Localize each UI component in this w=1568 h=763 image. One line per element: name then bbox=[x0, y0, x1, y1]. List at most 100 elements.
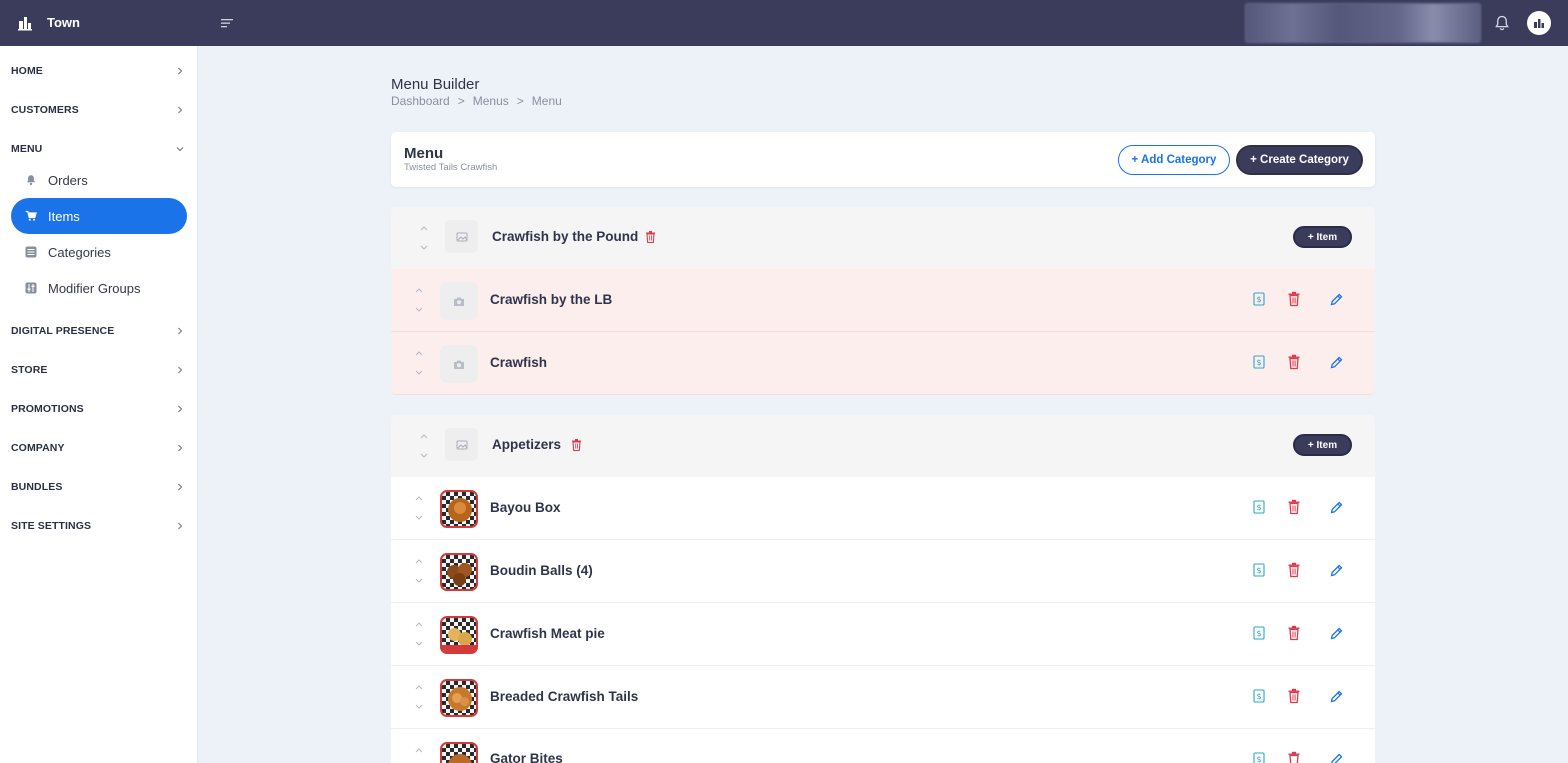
add-category-button[interactable]: + Add Category bbox=[1118, 145, 1230, 175]
image-icon bbox=[456, 232, 467, 241]
avatar[interactable] bbox=[1527, 11, 1551, 35]
sidebar-item-digital-presence[interactable]: DIGITAL PRESENCE bbox=[0, 316, 198, 346]
sidebar-item-orders[interactable]: Orders bbox=[11, 162, 187, 198]
sidebar-item-label: SITE SETTINGS bbox=[11, 520, 92, 532]
sidebar-item-label: Orders bbox=[48, 172, 88, 188]
item-photo[interactable] bbox=[440, 742, 478, 763]
item-photo[interactable] bbox=[440, 679, 478, 717]
svg-text:$: $ bbox=[1256, 295, 1261, 304]
image-icon bbox=[456, 440, 467, 449]
price-tag-icon[interactable]: $ bbox=[1252, 291, 1266, 307]
sidebar-item-modifier-groups[interactable]: Modifier Groups bbox=[11, 270, 187, 306]
create-category-button[interactable]: + Create Category bbox=[1236, 145, 1363, 175]
delete-category-icon[interactable] bbox=[571, 439, 582, 451]
svg-text:$: $ bbox=[1256, 566, 1261, 575]
camera-icon bbox=[454, 360, 464, 369]
chevron-right-icon bbox=[178, 327, 183, 335]
edit-pencil-icon[interactable] bbox=[1329, 562, 1343, 578]
trash-icon[interactable] bbox=[1287, 751, 1301, 763]
item-photo[interactable] bbox=[440, 553, 478, 591]
list-icon bbox=[25, 246, 37, 258]
blurred-account-area bbox=[1245, 3, 1481, 43]
sidebar-item-home[interactable]: HOME bbox=[0, 56, 198, 86]
trash-icon[interactable] bbox=[1287, 562, 1301, 578]
price-tag-icon[interactable]: $ bbox=[1252, 499, 1266, 515]
reorder-arrows-icon[interactable] bbox=[419, 431, 429, 461]
trash-icon[interactable] bbox=[1287, 625, 1301, 641]
edit-pencil-icon[interactable] bbox=[1329, 688, 1343, 704]
sidebar-item-company[interactable]: COMPANY bbox=[0, 433, 198, 463]
camera-icon bbox=[454, 297, 464, 306]
trash-icon[interactable] bbox=[1287, 291, 1301, 307]
list-item[interactable]: Gator Bites $ bbox=[391, 729, 1375, 763]
reorder-arrows-icon[interactable] bbox=[414, 619, 424, 649]
trash-icon[interactable] bbox=[1287, 499, 1301, 515]
price-tag-icon[interactable]: $ bbox=[1252, 562, 1266, 578]
sidebar-item-label: Categories bbox=[48, 244, 111, 260]
svg-text:$: $ bbox=[1256, 629, 1261, 638]
brand-name: Town bbox=[47, 14, 80, 30]
menu-card: Menu Twisted Tails Crawfish + Add Catego… bbox=[391, 132, 1375, 187]
reorder-arrows-icon[interactable] bbox=[414, 682, 424, 712]
sidebar-item-store[interactable]: STORE bbox=[0, 355, 198, 385]
edit-pencil-icon[interactable] bbox=[1329, 354, 1343, 370]
price-tag-icon[interactable]: $ bbox=[1252, 625, 1266, 641]
price-tag-icon[interactable]: $ bbox=[1252, 354, 1266, 370]
item-image-placeholder[interactable] bbox=[440, 282, 478, 320]
sliders-icon bbox=[25, 282, 37, 294]
trash-icon[interactable] bbox=[1287, 354, 1301, 370]
list-item[interactable]: Breaded Crawfish Tails $ bbox=[391, 666, 1375, 729]
reorder-arrows-icon[interactable] bbox=[414, 285, 424, 315]
category-image-placeholder[interactable] bbox=[445, 428, 478, 461]
breadcrumb-separator: > bbox=[516, 94, 524, 108]
category-title: Appetizers bbox=[492, 437, 562, 452]
list-item[interactable]: Crawfish $ bbox=[391, 332, 1375, 395]
reorder-arrows-icon[interactable] bbox=[414, 745, 424, 763]
reorder-arrows-icon[interactable] bbox=[414, 556, 424, 586]
reorder-arrows-icon[interactable] bbox=[414, 493, 424, 523]
menu-toggle-icon[interactable] bbox=[219, 15, 235, 31]
reorder-arrows-icon[interactable] bbox=[414, 348, 424, 378]
reorder-arrows-icon[interactable] bbox=[419, 223, 429, 253]
list-item[interactable]: Bayou Box $ bbox=[391, 477, 1375, 540]
add-item-button[interactable]: + Item bbox=[1293, 226, 1352, 248]
avatar-logo-icon bbox=[1534, 19, 1544, 28]
item-photo[interactable] bbox=[440, 616, 478, 654]
chevron-right-icon bbox=[178, 444, 183, 452]
edit-pencil-icon[interactable] bbox=[1329, 625, 1343, 641]
delete-category-icon[interactable] bbox=[645, 231, 656, 243]
add-item-button[interactable]: + Item bbox=[1293, 434, 1352, 456]
category-image-placeholder[interactable] bbox=[445, 220, 478, 253]
sidebar-item-site-settings[interactable]: SITE SETTINGS bbox=[0, 511, 198, 541]
list-item[interactable]: Crawfish by the LB $ bbox=[391, 269, 1375, 332]
sidebar-item-promotions[interactable]: PROMOTIONS bbox=[0, 394, 198, 424]
edit-pencil-icon[interactable] bbox=[1329, 291, 1343, 307]
sidebar-item-bundles[interactable]: BUNDLES bbox=[0, 472, 198, 502]
chevron-right-icon bbox=[178, 366, 183, 374]
price-tag-icon[interactable]: $ bbox=[1252, 688, 1266, 704]
notification-bell-icon[interactable] bbox=[1493, 14, 1511, 32]
food-shape bbox=[453, 573, 466, 586]
item-name: Bayou Box bbox=[490, 500, 561, 515]
trash-icon[interactable] bbox=[1287, 688, 1301, 704]
item-image-placeholder[interactable] bbox=[440, 345, 478, 383]
sidebar-item-label: COMPANY bbox=[11, 442, 65, 454]
sidebar-item-menu[interactable]: MENU bbox=[0, 134, 198, 164]
sidebar-item-items[interactable]: Items bbox=[11, 198, 187, 234]
food-shape bbox=[448, 754, 472, 763]
top-bar: Town bbox=[0, 0, 1568, 46]
breadcrumb-dashboard[interactable]: Dashboard bbox=[391, 94, 450, 108]
list-item[interactable]: Boudin Balls (4) $ bbox=[391, 540, 1375, 603]
brand[interactable]: Town bbox=[17, 13, 80, 31]
item-name: Crawfish bbox=[490, 355, 548, 370]
sidebar-item-customers[interactable]: CUSTOMERS bbox=[0, 95, 198, 125]
list-item[interactable]: Crawfish Meat pie $ bbox=[391, 603, 1375, 666]
price-tag-icon[interactable]: $ bbox=[1252, 751, 1266, 763]
breadcrumb-menus[interactable]: Menus bbox=[473, 94, 509, 108]
sidebar-item-label: DIGITAL PRESENCE bbox=[11, 325, 115, 337]
category-title: Crawfish by the Pound bbox=[492, 229, 639, 244]
edit-pencil-icon[interactable] bbox=[1329, 751, 1343, 763]
item-photo[interactable] bbox=[440, 490, 478, 528]
edit-pencil-icon[interactable] bbox=[1329, 499, 1343, 515]
sidebar-item-categories[interactable]: Categories bbox=[11, 234, 187, 270]
